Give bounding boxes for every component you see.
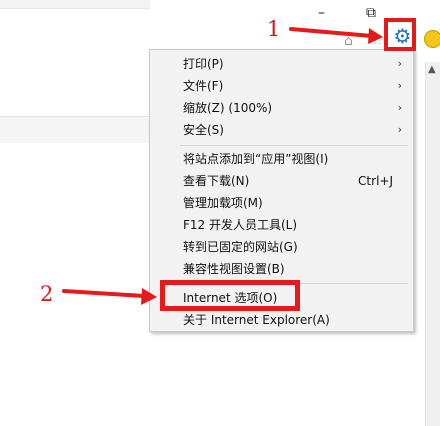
- address-bar-strip: [0, 0, 150, 9]
- menu-item-label: 将站点添加到“应用”视图(I): [183, 152, 329, 166]
- menu-item-manage-addons[interactable]: 管理加载项(M): [150, 192, 413, 214]
- gear-highlight-box: [384, 18, 416, 51]
- step-1-label: 1: [267, 17, 281, 41]
- restore-button[interactable]: ⧉: [366, 6, 376, 20]
- menu-item-view-downloads[interactable]: 查看下载(N) Ctrl+J: [150, 170, 413, 192]
- menu-item-shortcut: Ctrl+J: [358, 174, 393, 188]
- vertical-scrollbar[interactable]: [425, 62, 440, 426]
- menu-item-safety[interactable]: 安全(S) ›: [150, 119, 413, 141]
- menu-item-print[interactable]: 打印(P) ›: [150, 53, 413, 75]
- menu-item-label: 缩放(Z) (100%): [183, 101, 273, 115]
- menu-item-label: 查看下载(N): [183, 174, 250, 188]
- menu-item-label: 打印(P): [183, 57, 224, 71]
- submenu-chevron-icon: ›: [397, 79, 402, 92]
- menu-item-pinned-sites[interactable]: 转到已固定的网站(G): [150, 236, 413, 258]
- menu-item-label: 文件(F): [183, 79, 224, 93]
- home-icon[interactable]: ⌂: [344, 33, 353, 49]
- menu-item-label: 转到已固定的网站(G): [183, 240, 298, 254]
- scroll-up-chevron-icon[interactable]: ▲: [428, 64, 436, 75]
- menu-item-label: 管理加载项(M): [183, 196, 263, 210]
- menu-item-about-ie[interactable]: 关于 Internet Explorer(A): [150, 309, 413, 331]
- internet-options-highlight-box: [160, 280, 300, 311]
- menu-item-dev-tools[interactable]: F12 开发人员工具(L): [150, 214, 413, 236]
- menu-item-label: 兼容性视图设置(B): [183, 262, 285, 276]
- submenu-chevron-icon: ›: [397, 123, 402, 136]
- menu-item-label: F12 开发人员工具(L): [183, 218, 298, 232]
- minimize-button[interactable]: –: [318, 6, 325, 20]
- menu-item-label: 安全(S): [183, 123, 224, 137]
- submenu-chevron-icon: ›: [397, 101, 402, 114]
- menu-separator: [180, 145, 408, 146]
- menu-item-add-to-apps[interactable]: 将站点添加到“应用”视图(I): [150, 148, 413, 170]
- menu-item-label: 关于 Internet Explorer(A): [183, 313, 330, 327]
- menu-item-zoom[interactable]: 缩放(Z) (100%) ›: [150, 97, 413, 119]
- step-2-label: 2: [40, 282, 54, 306]
- menu-item-file[interactable]: 文件(F) ›: [150, 75, 413, 97]
- smiley-feedback-icon[interactable]: [424, 30, 440, 48]
- page-band: [0, 117, 150, 143]
- submenu-chevron-icon: ›: [397, 57, 402, 70]
- menu-item-compat-view[interactable]: 兼容性视图设置(B): [150, 258, 413, 280]
- favorites-star-icon[interactable]: ☆: [371, 33, 384, 49]
